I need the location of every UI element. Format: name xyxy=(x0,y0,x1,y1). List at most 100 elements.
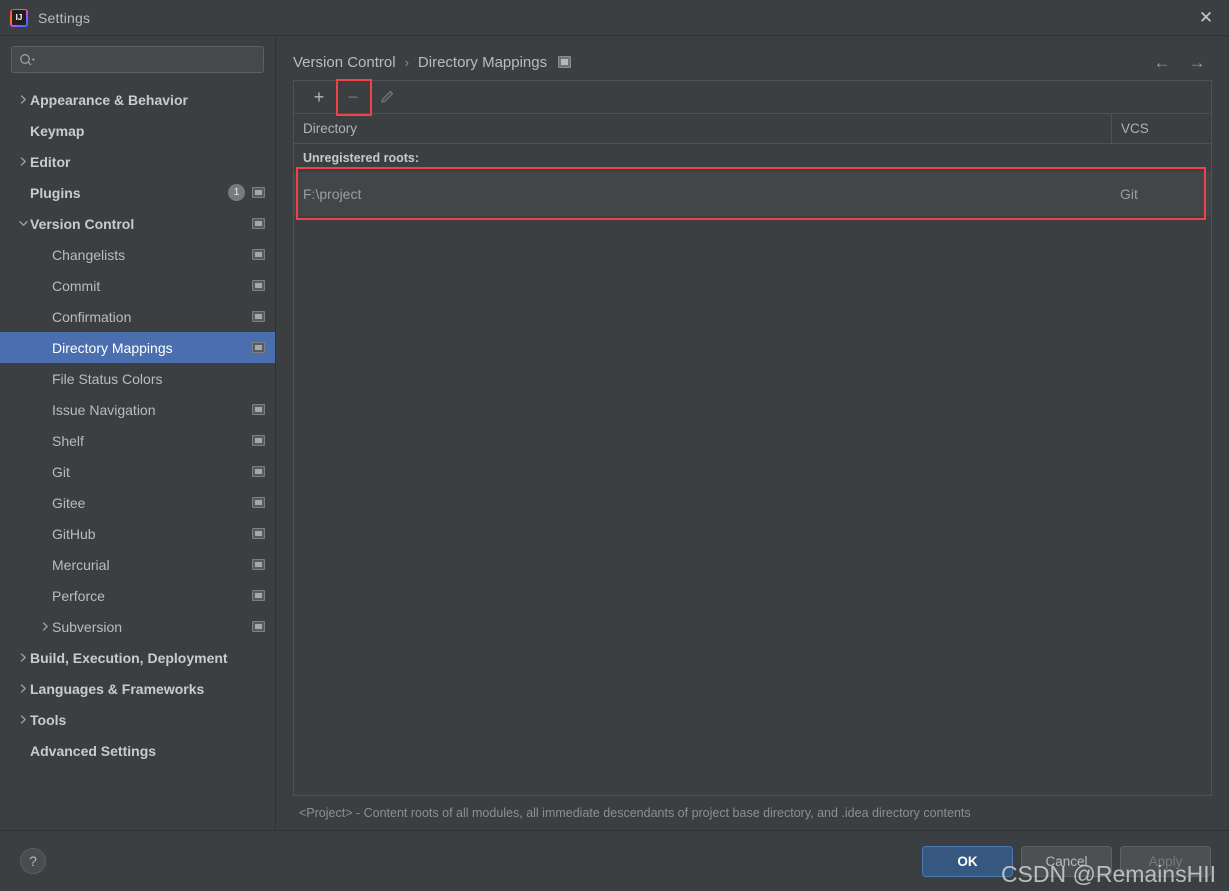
project-settings-icon xyxy=(252,187,265,198)
twisty-placeholder xyxy=(38,403,52,417)
settings-sidebar: Appearance & Behavior Keymap Editor Plugins… xyxy=(0,36,276,830)
project-settings-icon xyxy=(252,497,265,508)
table-body: Unregistered roots: F:\project Git xyxy=(294,144,1211,795)
sidebar-item-changelists[interactable]: Changelists xyxy=(0,239,275,270)
project-settings-icon xyxy=(252,249,265,260)
cell-directory: F:\project xyxy=(303,186,362,202)
column-header-directory[interactable]: Directory xyxy=(294,114,1111,143)
sidebar-item-appearance-behavior[interactable]: Appearance & Behavior xyxy=(0,84,275,115)
chevron-down-icon[interactable] xyxy=(16,217,30,231)
breadcrumb-current: Directory Mappings xyxy=(417,53,548,71)
twisty-placeholder xyxy=(38,248,52,262)
ok-button[interactable]: OK xyxy=(922,845,1013,877)
sidebar-item-directory-mappings[interactable]: Directory Mappings xyxy=(0,332,275,363)
sidebar-item-plugins[interactable]: Plugins 1 xyxy=(0,177,275,208)
chevron-right-icon[interactable] xyxy=(16,651,30,665)
sidebar-item-advanced-settings[interactable]: Advanced Settings xyxy=(0,735,275,766)
project-settings-icon xyxy=(252,466,265,477)
sidebar-item-label: Keymap xyxy=(30,122,85,139)
sidebar-item-issue-navigation[interactable]: Issue Navigation xyxy=(0,394,275,425)
sidebar-item-label: Git xyxy=(52,463,70,480)
footer-actions: OK Cancel Apply xyxy=(922,845,1211,877)
sidebar-item-label: Directory Mappings xyxy=(52,339,173,356)
sidebar-item-label: Advanced Settings xyxy=(30,742,157,759)
twisty-placeholder xyxy=(16,744,30,758)
sidebar-item-version-control[interactable]: Version Control xyxy=(0,208,275,239)
sidebar-item-label: Plugins xyxy=(30,184,81,201)
sidebar-item-commit[interactable]: Commit xyxy=(0,270,275,301)
project-settings-icon xyxy=(252,528,265,539)
settings-tree: Appearance & Behavior Keymap Editor Plugins… xyxy=(0,79,275,830)
search-icon xyxy=(18,52,36,68)
sidebar-item-label: Tools xyxy=(30,711,67,728)
main-panel: Version Control › Directory Mappings ← →… xyxy=(276,36,1229,830)
table-group-title: Unregistered roots: xyxy=(303,151,419,165)
sidebar-item-keymap[interactable]: Keymap xyxy=(0,115,275,146)
sidebar-item-label: File Status Colors xyxy=(52,370,163,387)
twisty-placeholder xyxy=(16,124,30,138)
close-icon[interactable]: ✕ xyxy=(1183,0,1229,35)
project-settings-icon xyxy=(252,404,265,415)
chevron-right-icon[interactable] xyxy=(16,155,30,169)
apply-button[interactable]: Apply xyxy=(1120,845,1211,877)
search-container xyxy=(0,36,275,79)
chevron-right-icon[interactable] xyxy=(38,620,52,634)
sidebar-item-label: GitHub xyxy=(52,525,96,542)
search-box[interactable] xyxy=(11,46,264,73)
remove-mapping-button[interactable]: − xyxy=(336,78,372,116)
sidebar-item-label: Version Control xyxy=(30,215,135,232)
sidebar-item-mercurial[interactable]: Mercurial xyxy=(0,549,275,580)
sidebar-item-git[interactable]: Git xyxy=(0,456,275,487)
mappings-toolbar: + − xyxy=(294,78,1211,116)
twisty-placeholder xyxy=(38,465,52,479)
cell-vcs: Git xyxy=(1120,186,1138,202)
sidebar-item-gitee[interactable]: Gitee xyxy=(0,487,275,518)
chevron-right-icon[interactable] xyxy=(16,682,30,696)
twisty-placeholder xyxy=(38,341,52,355)
forward-arrow-icon[interactable]: → xyxy=(1186,51,1208,73)
project-settings-icon xyxy=(252,559,265,570)
project-settings-icon xyxy=(252,311,265,322)
chevron-right-icon[interactable] xyxy=(16,93,30,107)
project-settings-icon xyxy=(558,56,572,68)
sidebar-item-label: Languages & Frameworks xyxy=(30,680,205,697)
sidebar-item-shelf[interactable]: Shelf xyxy=(0,425,275,456)
sidebar-item-editor[interactable]: Editor xyxy=(0,146,275,177)
column-header-vcs[interactable]: VCS xyxy=(1111,114,1211,143)
update-count-badge: 1 xyxy=(228,184,245,201)
project-settings-icon xyxy=(252,590,265,601)
cancel-button[interactable]: Cancel xyxy=(1021,845,1112,877)
sidebar-item-github[interactable]: GitHub xyxy=(0,518,275,549)
sidebar-item-label: Build, Execution, Deployment xyxy=(30,649,228,666)
sidebar-item-tools[interactable]: Tools xyxy=(0,704,275,735)
search-input[interactable] xyxy=(36,52,257,67)
sidebar-item-label: Issue Navigation xyxy=(52,401,156,418)
dialog-footer: ? OK Cancel Apply CSDN @RemainsHII xyxy=(0,830,1229,891)
sidebar-item-confirmation[interactable]: Confirmation xyxy=(0,301,275,332)
add-mapping-button[interactable]: + xyxy=(302,83,336,112)
sidebar-item-subversion[interactable]: Subversion xyxy=(0,611,275,642)
breadcrumb: Version Control › Directory Mappings ← → xyxy=(293,36,1212,80)
back-arrow-icon[interactable]: ← xyxy=(1151,51,1173,73)
help-button[interactable]: ? xyxy=(20,848,46,874)
edit-mapping-button[interactable] xyxy=(370,83,404,112)
mappings-panel: + − Directory VCS Unregistered roots: F:\… xyxy=(293,78,1212,796)
table-row[interactable]: F:\project Git xyxy=(294,167,1211,220)
window-body: Appearance & Behavior Keymap Editor Plugins… xyxy=(0,36,1229,830)
sidebar-item-label: Editor xyxy=(30,153,71,170)
sidebar-item-build-execution-deployment[interactable]: Build, Execution, Deployment xyxy=(0,642,275,673)
nav-arrows: ← → xyxy=(1151,51,1212,73)
chevron-right-icon[interactable] xyxy=(16,713,30,727)
sidebar-item-file-status-colors[interactable]: File Status Colors xyxy=(0,363,275,394)
sidebar-item-label: Subversion xyxy=(52,618,123,635)
sidebar-item-label: Confirmation xyxy=(52,308,132,325)
breadcrumb-parent[interactable]: Version Control xyxy=(293,54,396,71)
sidebar-item-label: Mercurial xyxy=(52,556,110,573)
twisty-placeholder xyxy=(38,527,52,541)
sidebar-item-label: Gitee xyxy=(52,494,86,511)
sidebar-item-label: Commit xyxy=(52,277,101,294)
twisty-placeholder xyxy=(16,186,30,200)
sidebar-item-languages-frameworks[interactable]: Languages & Frameworks xyxy=(0,673,275,704)
twisty-placeholder xyxy=(38,279,52,293)
sidebar-item-perforce[interactable]: Perforce xyxy=(0,580,275,611)
